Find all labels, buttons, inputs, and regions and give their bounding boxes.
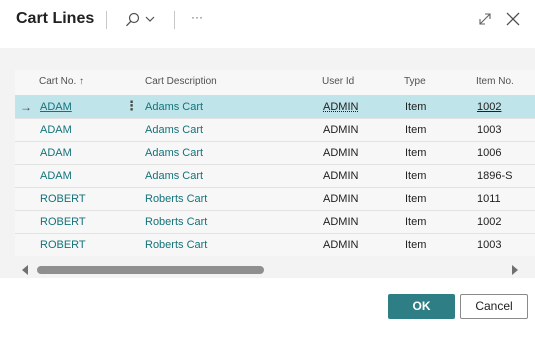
cart-description-cell[interactable]: Adams Cart	[145, 101, 203, 113]
cart-description-cell[interactable]: Roberts Cart	[145, 193, 207, 205]
table-row[interactable]: → ADAM ⋮ Adams Cart ADMIN Item 1002	[15, 95, 535, 118]
header-divider	[174, 11, 175, 29]
close-icon	[506, 12, 520, 26]
user-id-cell: ADMIN	[323, 216, 359, 228]
type-cell: Item	[405, 216, 427, 228]
column-header-user-id[interactable]: User Id	[322, 76, 354, 87]
table-row[interactable]: ROBERT Roberts Cart ADMIN Item 1003	[15, 233, 535, 256]
close-button[interactable]	[506, 12, 520, 26]
item-no-cell: 1011	[477, 193, 501, 205]
column-header-item-no[interactable]: Item No.	[476, 76, 514, 87]
table-row[interactable]: ADAM Adams Cart ADMIN Item 1006	[15, 141, 535, 164]
item-no-cell: 1003	[477, 124, 502, 136]
scrollbar-thumb[interactable]	[37, 266, 264, 274]
user-id-cell: ADMIN	[323, 147, 359, 159]
type-cell: Item	[405, 239, 427, 251]
scroll-left-icon[interactable]	[22, 265, 28, 275]
type-cell: Item	[405, 124, 427, 136]
cart-no-cell[interactable]: ADAM	[40, 124, 72, 136]
cart-no-cell[interactable]: ADAM	[40, 147, 72, 159]
search-button[interactable]	[124, 12, 160, 28]
expand-icon	[479, 13, 491, 25]
cart-description-cell[interactable]: Adams Cart	[145, 147, 203, 159]
cart-no-cell[interactable]: ROBERT	[40, 239, 86, 251]
item-no-cell: 1006	[477, 147, 502, 159]
cart-no-cell[interactable]: ADAM	[40, 170, 72, 182]
cancel-button[interactable]: Cancel	[460, 294, 528, 319]
current-row-arrow-icon: →	[20, 100, 32, 114]
item-no-cell[interactable]: 1002	[477, 101, 501, 113]
cart-description-cell[interactable]: Adams Cart	[145, 170, 203, 182]
table-row[interactable]: ROBERT Roberts Cart ADMIN Item 1011	[15, 187, 535, 210]
type-cell: Item	[405, 193, 427, 205]
user-id-cell: ADMIN	[323, 124, 359, 136]
user-id-cell: ADMIN	[323, 170, 359, 182]
more-options-button[interactable]: ···	[191, 10, 203, 24]
cart-description-cell[interactable]: Adams Cart	[145, 124, 203, 136]
dialog-header: Cart Lines ···	[0, 0, 535, 48]
dialog-content: Cart No. ↑ Cart Description User Id Type…	[0, 48, 535, 278]
column-header-cart-no[interactable]: Cart No. ↑	[39, 76, 84, 87]
cart-no-cell[interactable]: ROBERT	[40, 216, 86, 228]
type-cell: Item	[405, 170, 427, 182]
row-actions-icon[interactable]: ⋮	[125, 98, 138, 114]
cart-no-cell[interactable]: ADAM	[40, 101, 72, 113]
table-row[interactable]: ROBERT Roberts Cart ADMIN Item 1002	[15, 210, 535, 233]
column-header-type[interactable]: Type	[404, 76, 426, 87]
cart-description-cell[interactable]: Roberts Cart	[145, 216, 207, 228]
user-id-cell[interactable]: ADMIN	[323, 101, 358, 113]
dialog-title: Cart Lines	[16, 10, 95, 27]
column-header-cart-description[interactable]: Cart Description	[145, 76, 217, 87]
table-row[interactable]: ADAM Adams Cart ADMIN Item 1896-S	[15, 164, 535, 187]
cart-description-cell[interactable]: Roberts Cart	[145, 239, 207, 251]
cart-no-cell[interactable]: ROBERT	[40, 193, 86, 205]
cart-lines-grid: Cart No. ↑ Cart Description User Id Type…	[15, 70, 535, 256]
expand-button[interactable]	[478, 12, 492, 26]
item-no-cell: 1003	[477, 239, 502, 251]
user-id-cell: ADMIN	[323, 193, 359, 205]
scroll-right-icon[interactable]	[512, 265, 518, 275]
type-cell: Item	[405, 101, 427, 113]
ok-button[interactable]: OK	[388, 294, 455, 319]
table-header: Cart No. ↑ Cart Description User Id Type…	[15, 70, 535, 95]
item-no-cell: 1896-S	[477, 170, 513, 182]
table-row[interactable]: ADAM Adams Cart ADMIN Item 1003	[15, 118, 535, 141]
header-divider	[106, 11, 107, 29]
horizontal-scrollbar[interactable]	[15, 264, 528, 276]
type-cell: Item	[405, 147, 427, 159]
search-icon	[126, 12, 155, 27]
item-no-cell: 1002	[477, 216, 502, 228]
user-id-cell: ADMIN	[323, 239, 359, 251]
